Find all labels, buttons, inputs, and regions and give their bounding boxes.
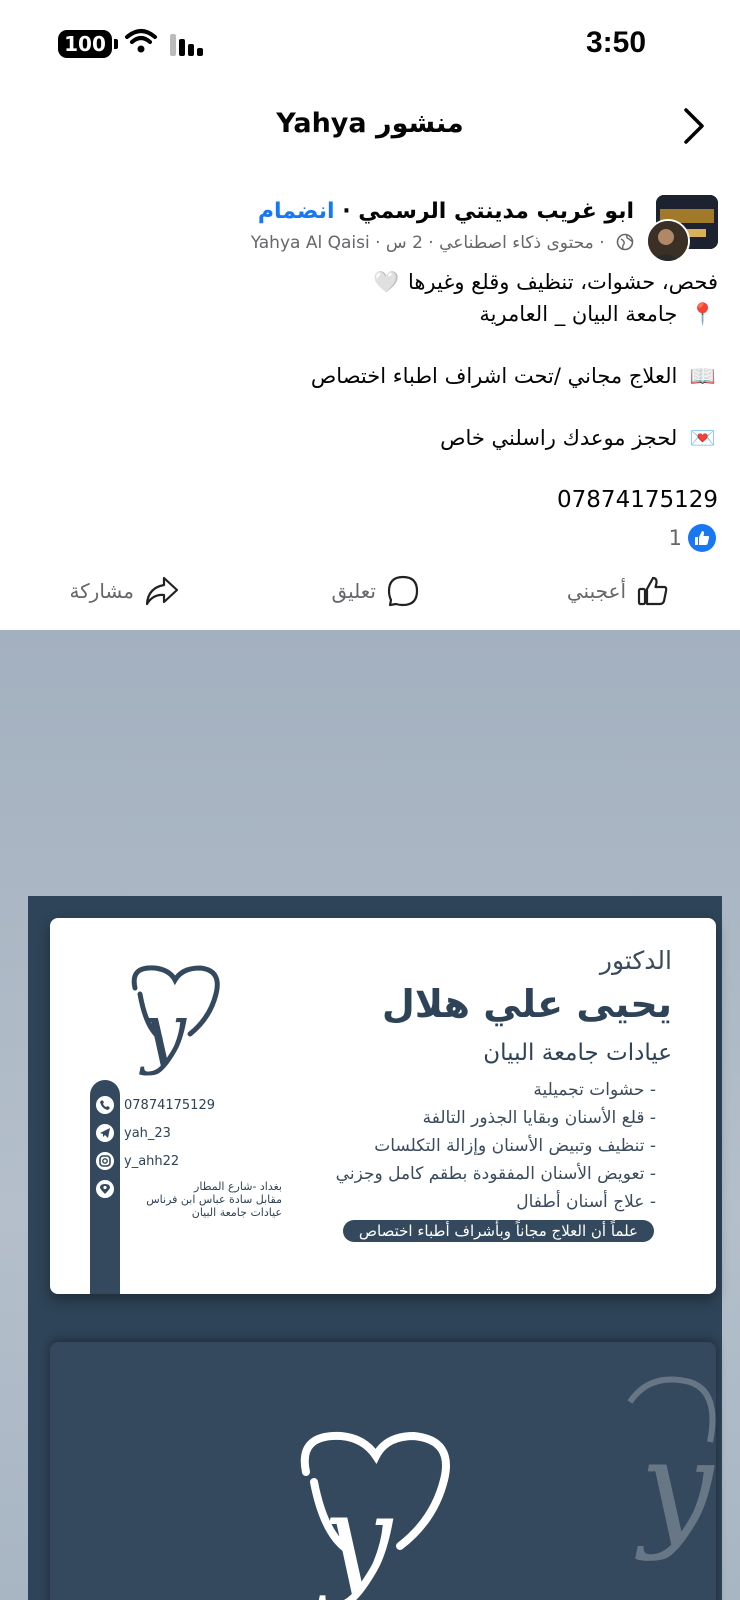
separator: · <box>599 233 605 253</box>
clock: 3:50 <box>585 26 646 59</box>
post-body: فحص، حشوات، تنظيف وقلع وغيرها 🤍 📍 جامعة … <box>18 266 718 516</box>
avatar[interactable] <box>646 219 690 263</box>
list-item: - علاج أسنان أطفال <box>516 1192 656 1212</box>
book-icon: 📖 <box>689 364 717 388</box>
action-bar: أعجبني تعليق مشاركة <box>0 566 740 626</box>
post-line-text: فحص، حشوات، تنظيف وقلع وغيرها <box>407 270 718 294</box>
share-button[interactable]: مشاركة <box>69 574 180 608</box>
post-meta: · محتوى ذكاء اصطناعي · 2 س · Yahya Al Qa… <box>251 233 634 253</box>
address-line: مقابل سادة عباس ابن فرناس <box>146 1193 282 1206</box>
wifi-icon <box>125 29 157 53</box>
comment-label: تعليق <box>331 579 376 603</box>
whatsapp-icon <box>94 1094 116 1116</box>
business-card-back: y y <box>50 1342 716 1600</box>
card-location-row <box>94 1178 116 1200</box>
group-name[interactable]: ابو غريب مدينتي الرسمي <box>358 199 634 224</box>
post-line-text: العلاج مجاني /تحت اشراف اطباء اختصاص <box>310 364 678 388</box>
card-note: علماً أن العلاج مجاناً وبأشراف أطباء اخت… <box>342 1220 654 1242</box>
doctor-name: يحيى علي هلال <box>381 982 672 1026</box>
post-line: 📖 العلاج مجاني /تحت اشراف اطباء اختصاص <box>18 360 718 392</box>
page-title: منشور Yahya <box>276 108 464 139</box>
separator: · <box>428 233 434 253</box>
tooth-logo-icon: y <box>300 1431 450 1600</box>
business-card-front: y الدكتور يحيى علي هلال عيادات جامعة الب… <box>50 918 716 1294</box>
post-header: منشور Yahya <box>0 100 740 156</box>
author-name[interactable]: Yahya Al Qaisi <box>251 233 370 253</box>
join-button[interactable]: انضمام <box>258 199 335 224</box>
thumbs-up-icon <box>637 576 668 606</box>
share-label: مشاركة <box>69 579 134 603</box>
card-phone: 07874175129 <box>124 1097 215 1113</box>
reaction-count: 1 <box>668 526 682 550</box>
battery-icon: 100 <box>58 30 118 58</box>
post-line-text: لحجز موعدك راسلني خاص <box>440 426 678 450</box>
ai-content-label[interactable]: محتوى ذكاء اصطناعي <box>439 233 594 253</box>
like-button[interactable]: أعجبني <box>567 574 670 608</box>
svg-text:y: y <box>635 1411 715 1562</box>
comment-icon <box>387 575 419 607</box>
card-title: الدكتور <box>599 946 672 975</box>
post-line: 📍 جامعة البيان _ العامرية <box>18 298 718 330</box>
share-icon <box>145 576 179 606</box>
pin-icon: 📍 <box>689 302 717 326</box>
telegram-icon <box>94 1122 116 1144</box>
tooth-logo-icon: y <box>131 965 220 1077</box>
list-item: - تعويض الأسنان المفقودة بطقم كامل وجزني <box>335 1164 656 1184</box>
phone-number[interactable]: 07874175129 <box>18 484 718 516</box>
address-line: عيادات جامعة البيان <box>191 1206 282 1219</box>
address-line: بغداد -شارع المطار <box>194 1180 282 1193</box>
location-pin-icon <box>94 1178 116 1200</box>
post-line: فحص، حشوات، تنظيف وقلع وغيرها 🤍 <box>18 266 718 298</box>
love-letter-icon: 💌 <box>689 426 717 450</box>
card-telegram: yah_23 <box>124 1125 171 1141</box>
list-item: - قلع الأسنان وبقايا الجذور التالفة <box>422 1108 656 1128</box>
svg-text:y: y <box>139 987 187 1077</box>
instagram-icon <box>94 1150 116 1172</box>
comment-button[interactable]: تعليق <box>331 574 420 608</box>
card-address: بغداد -شارع المطار مقابل سادة عباس ابن ف… <box>122 1180 282 1219</box>
chevron-right-icon[interactable] <box>682 106 706 146</box>
status-bar: 100 3:50 <box>0 0 740 80</box>
clinic-name: عيادات جامعة البيان <box>483 1040 672 1066</box>
globe-icon <box>616 233 634 251</box>
list-item: - تنظيف وتبيض الأسنان وإزالة التكلسات <box>374 1136 656 1156</box>
like-label: أعجبني <box>566 579 626 603</box>
svg-text:y: y <box>317 1468 394 1600</box>
card-instagram: y_ahh22 <box>124 1153 180 1169</box>
card-instagram-row: y_ahh22 <box>94 1150 179 1172</box>
white-heart-icon: 🤍 <box>373 270 400 294</box>
group-name-line: ابو غريب مدينتي الرسمي · انضمام <box>258 199 634 224</box>
signal-icon <box>170 34 203 56</box>
tooth-watermark-icon: y <box>627 1376 716 1562</box>
reactions-summary[interactable]: 1 <box>669 524 716 552</box>
post-line: 💌 لحجز موعدك راسلني خاص <box>18 422 718 454</box>
post-line-text: جامعة البيان _ العامرية <box>479 302 678 326</box>
list-item: - حشوات تجميلية <box>533 1080 656 1100</box>
card-telegram-row: yah_23 <box>94 1122 171 1144</box>
card-phone-row: 07874175129 <box>94 1094 215 1116</box>
like-reaction-icon <box>688 524 716 552</box>
separator: · <box>375 233 381 253</box>
post-photo[interactable]: y الدكتور يحيى علي هلال عيادات جامعة الب… <box>0 630 740 1600</box>
post-time: 2 س <box>385 233 423 253</box>
services-list: - حشوات تجميلية - قلع الأسنان وبقايا الج… <box>336 1076 656 1216</box>
separator: · <box>342 199 351 224</box>
